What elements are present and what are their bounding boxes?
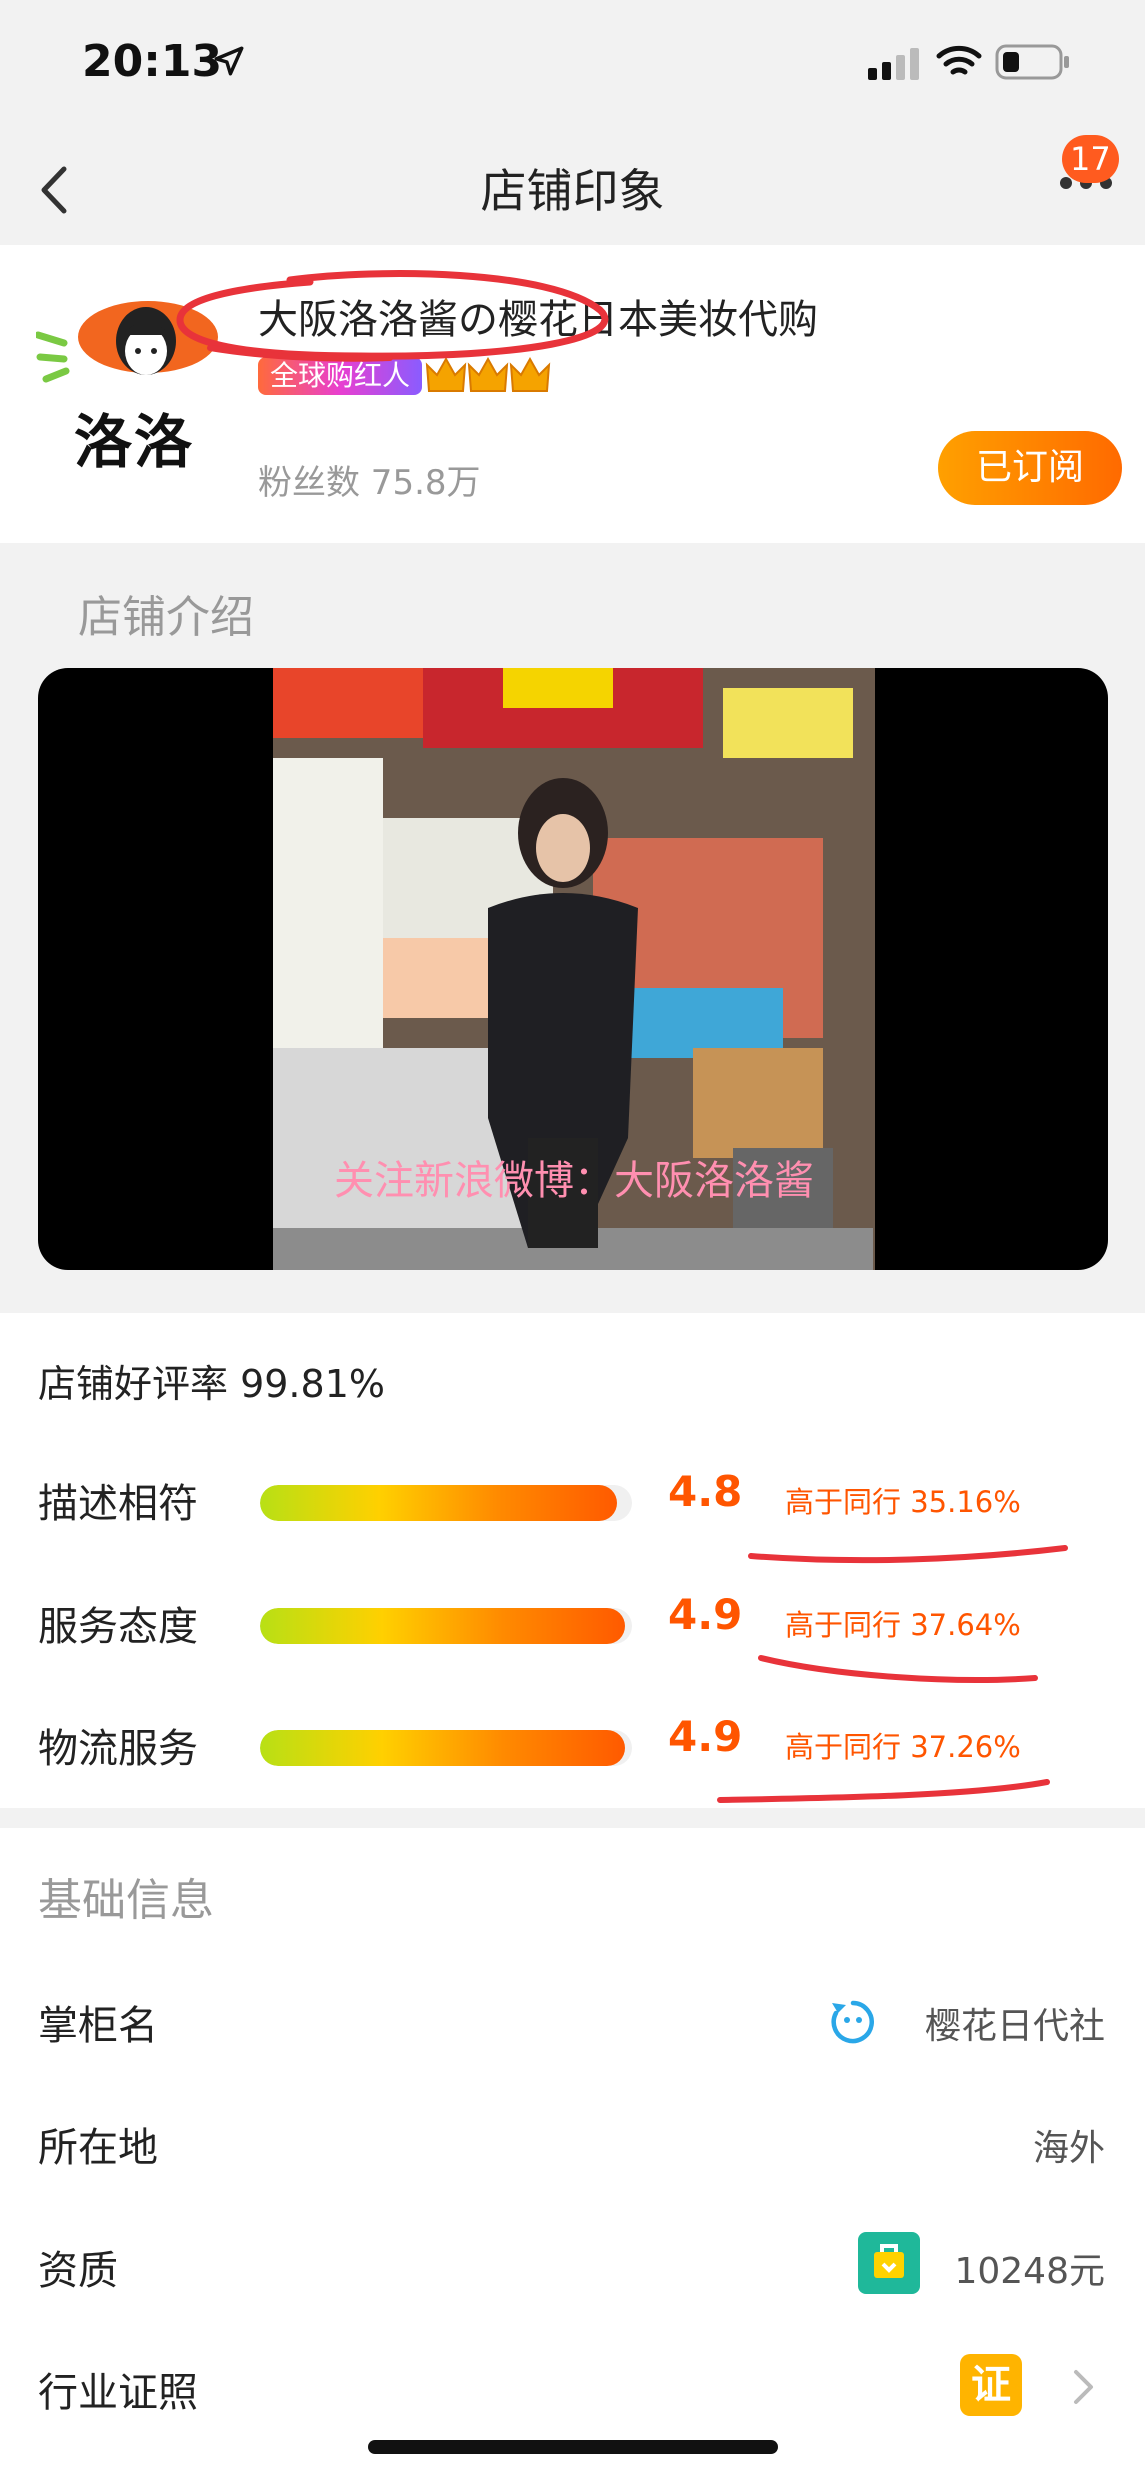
info-label: 所在地 (38, 2125, 158, 2171)
info-row-license[interactable]: 行业证照 证 (0, 2338, 1145, 2438)
notification-badge: 17 (1062, 135, 1119, 183)
ratings-section: 店铺好评率 99.81% 描述相符 4.8 高于同行 35.16% 服务态度 4… (0, 1313, 1145, 1808)
chevron-right-icon[interactable] (1072, 2368, 1096, 2406)
info-row-qualification[interactable]: 资质 10248元 (0, 2216, 1145, 2316)
rating-score: 4.9 (668, 1590, 743, 1639)
shopkeeper-name: 樱花日代社 (924, 2006, 1105, 2047)
deposit-icon (858, 2232, 920, 2294)
crown-icon (467, 356, 509, 392)
location-arrow-icon (214, 46, 244, 76)
info-row-shopkeeper[interactable]: 掌柜名 樱花日代社 (0, 1971, 1145, 2071)
crown-rating (425, 355, 551, 401)
section-title-intro: 店铺介绍 (78, 592, 254, 643)
rating-bar (260, 1730, 632, 1766)
rating-label: 描述相符 (38, 1481, 198, 1527)
rating-bar-fill (260, 1730, 625, 1766)
intro-video-player[interactable]: 关注新浪微博：大阪洛洛酱 (38, 668, 1108, 1270)
wangwang-icon[interactable] (828, 1997, 878, 2045)
basic-info-section: 基础信息 掌柜名 樱花日代社 所在地 海外 资质 10248元 行业证照 证 (0, 1828, 1145, 2478)
rating-label: 物流服务 (38, 1726, 198, 1772)
rating-score: 4.8 (668, 1467, 743, 1516)
rating-bar-fill (260, 1485, 618, 1521)
status-time: 20:13 (82, 36, 223, 87)
fans-count: 粉丝数 75.8万 (258, 463, 481, 503)
rating-compare: 高于同行 35.16% (785, 1485, 1021, 1519)
shop-logo[interactable]: 洛洛 (34, 295, 226, 476)
good-rate: 店铺好评率 99.81% (38, 1362, 385, 1406)
shop-logo-text: 洛洛 (74, 408, 195, 476)
crown-icon (425, 356, 467, 392)
rating-label: 服务态度 (38, 1604, 198, 1650)
info-label: 掌柜名 (38, 2003, 158, 2049)
wifi-icon (936, 45, 982, 75)
rating-score: 4.9 (668, 1712, 743, 1761)
status-bar: 20:13 (0, 0, 1145, 135)
battery-icon (995, 44, 1069, 80)
deposit-value: 10248元 (954, 2251, 1105, 2292)
location-value: 海外 (1032, 2128, 1105, 2169)
shop-name: 大阪洛洛酱の樱花日本美妆代购 (258, 297, 818, 343)
global-influencer-tag: 全球购红人 (258, 357, 423, 395)
home-indicator (368, 2440, 778, 2454)
rating-row-description: 描述相符 4.8 高于同行 35.16% (0, 1463, 1145, 1533)
info-label: 行业证照 (38, 2370, 198, 2416)
shop-intro-section: 店铺介绍 关注新浪微博：大阪洛洛酱 (0, 543, 1145, 1313)
certificate-icon[interactable]: 证 (960, 2354, 1022, 2416)
shop-header: 洛洛 大阪洛洛酱の樱花日本美妆代购 全球购红人 粉丝数 75.8万 已订阅 (0, 245, 1145, 543)
section-title-basic: 基础信息 (38, 1875, 214, 1926)
video-caption: 关注新浪微博：大阪洛洛酱 (334, 1158, 814, 1204)
info-row-location: 所在地 海外 (0, 2093, 1145, 2193)
info-label: 资质 (38, 2248, 118, 2294)
nav-bar: 店铺印象 17 (0, 135, 1145, 245)
rating-bar (260, 1485, 632, 1521)
rating-row-logistics: 物流服务 4.9 高于同行 37.26% (0, 1708, 1145, 1778)
rating-bar-fill (260, 1608, 625, 1644)
subscribe-button[interactable]: 已订阅 (938, 431, 1122, 505)
rating-compare: 高于同行 37.64% (785, 1608, 1021, 1642)
annotation-underline (748, 1545, 1068, 1564)
rating-compare: 高于同行 37.26% (785, 1730, 1021, 1764)
rating-row-service: 服务态度 4.9 高于同行 37.64% (0, 1586, 1145, 1656)
page-title: 店铺印象 (480, 164, 665, 218)
signal-icon (868, 48, 919, 80)
rating-bar (260, 1608, 632, 1644)
crown-icon (509, 356, 551, 392)
